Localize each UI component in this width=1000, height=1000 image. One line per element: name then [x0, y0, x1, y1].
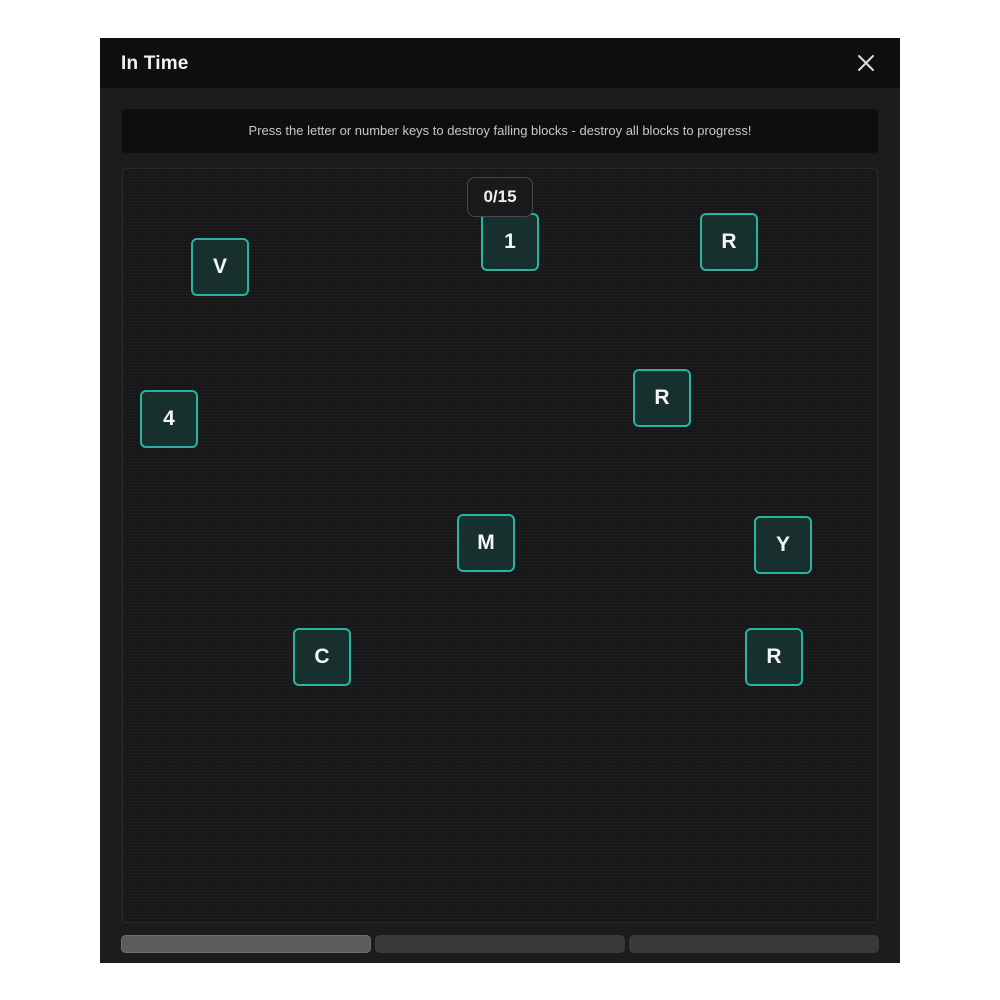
falling-block[interactable]: Y: [754, 516, 812, 574]
close-button[interactable]: [854, 51, 878, 75]
instructions-banner: Press the letter or number keys to destr…: [122, 109, 878, 153]
destroyed-counter: 0/15: [467, 177, 533, 217]
progress-segment-3: [629, 935, 879, 953]
falling-block[interactable]: R: [745, 628, 803, 686]
falling-block[interactable]: R: [633, 369, 691, 427]
falling-block[interactable]: 1: [481, 213, 539, 271]
falling-block[interactable]: R: [700, 213, 758, 271]
falling-block[interactable]: M: [457, 514, 515, 572]
title-bar: In Time: [100, 38, 900, 88]
close-icon: [858, 55, 874, 71]
progress-segment-2: [375, 935, 625, 953]
progress-segment-1: [121, 935, 371, 953]
falling-block[interactable]: C: [293, 628, 351, 686]
falling-block[interactable]: 4: [140, 390, 198, 448]
window-title: In Time: [121, 53, 189, 74]
falling-block[interactable]: V: [191, 238, 249, 296]
